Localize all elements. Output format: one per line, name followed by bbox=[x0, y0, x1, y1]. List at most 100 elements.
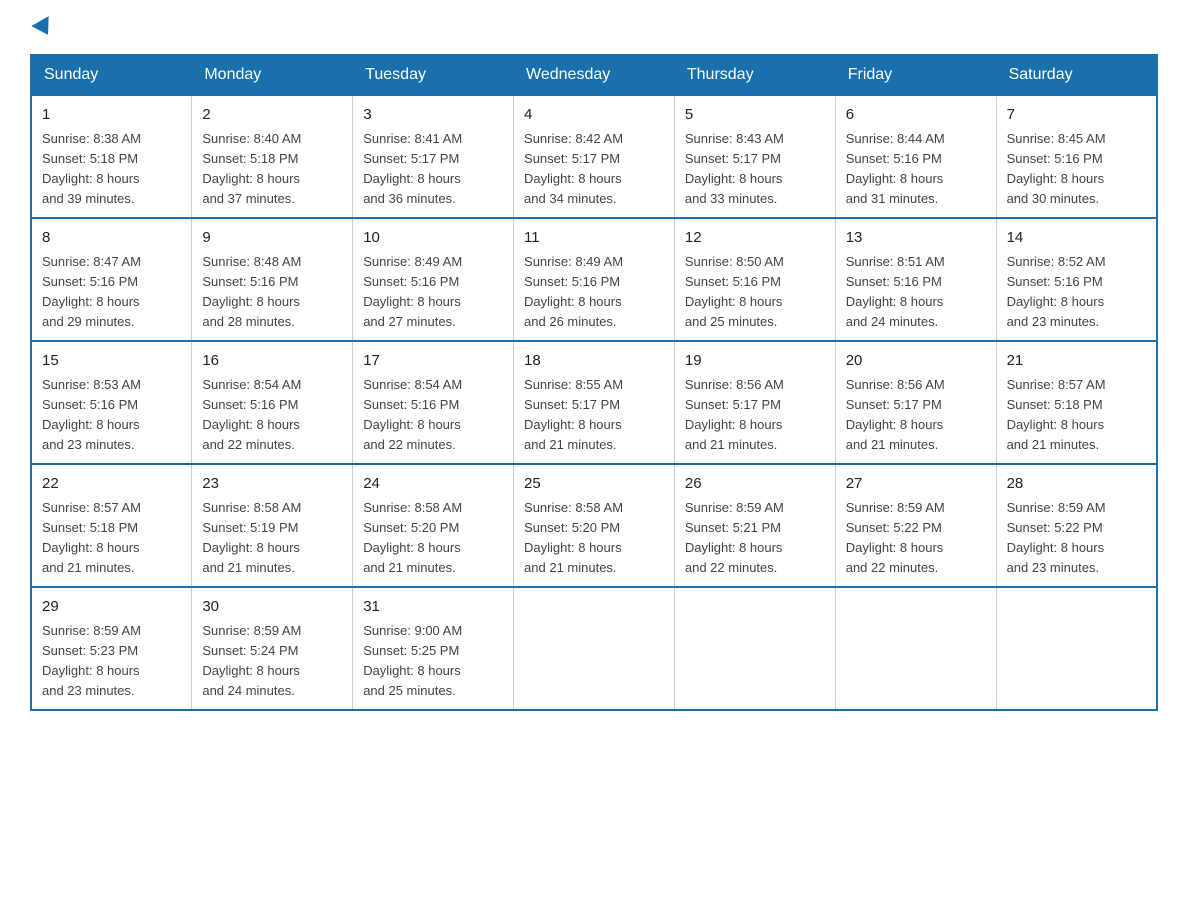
weekday-header-sunday: Sunday bbox=[31, 55, 192, 95]
weekday-header-saturday: Saturday bbox=[996, 55, 1157, 95]
day-number: 19 bbox=[685, 350, 825, 373]
week-row-3: 15Sunrise: 8:53 AM Sunset: 5:16 PM Dayli… bbox=[31, 341, 1157, 464]
day-cell: 1Sunrise: 8:38 AM Sunset: 5:18 PM Daylig… bbox=[31, 95, 192, 218]
day-number: 15 bbox=[42, 350, 181, 373]
day-info: Sunrise: 8:49 AM Sunset: 5:16 PM Dayligh… bbox=[363, 252, 503, 333]
day-cell: 30Sunrise: 8:59 AM Sunset: 5:24 PM Dayli… bbox=[192, 587, 353, 710]
day-info: Sunrise: 8:40 AM Sunset: 5:18 PM Dayligh… bbox=[202, 129, 342, 210]
day-info: Sunrise: 8:55 AM Sunset: 5:17 PM Dayligh… bbox=[524, 375, 664, 456]
day-number: 17 bbox=[363, 350, 503, 373]
day-cell: 9Sunrise: 8:48 AM Sunset: 5:16 PM Daylig… bbox=[192, 218, 353, 341]
day-cell: 11Sunrise: 8:49 AM Sunset: 5:16 PM Dayli… bbox=[514, 218, 675, 341]
day-cell: 5Sunrise: 8:43 AM Sunset: 5:17 PM Daylig… bbox=[674, 95, 835, 218]
logo-triangle-icon bbox=[31, 16, 56, 40]
day-info: Sunrise: 8:54 AM Sunset: 5:16 PM Dayligh… bbox=[363, 375, 503, 456]
day-info: Sunrise: 8:48 AM Sunset: 5:16 PM Dayligh… bbox=[202, 252, 342, 333]
day-number: 8 bbox=[42, 227, 181, 250]
day-cell: 19Sunrise: 8:56 AM Sunset: 5:17 PM Dayli… bbox=[674, 341, 835, 464]
day-number: 21 bbox=[1007, 350, 1146, 373]
day-info: Sunrise: 8:57 AM Sunset: 5:18 PM Dayligh… bbox=[1007, 375, 1146, 456]
day-info: Sunrise: 8:42 AM Sunset: 5:17 PM Dayligh… bbox=[524, 129, 664, 210]
day-cell: 23Sunrise: 8:58 AM Sunset: 5:19 PM Dayli… bbox=[192, 464, 353, 587]
day-cell: 25Sunrise: 8:58 AM Sunset: 5:20 PM Dayli… bbox=[514, 464, 675, 587]
day-info: Sunrise: 8:52 AM Sunset: 5:16 PM Dayligh… bbox=[1007, 252, 1146, 333]
day-cell: 8Sunrise: 8:47 AM Sunset: 5:16 PM Daylig… bbox=[31, 218, 192, 341]
week-row-1: 1Sunrise: 8:38 AM Sunset: 5:18 PM Daylig… bbox=[31, 95, 1157, 218]
day-cell: 3Sunrise: 8:41 AM Sunset: 5:17 PM Daylig… bbox=[353, 95, 514, 218]
day-info: Sunrise: 8:58 AM Sunset: 5:20 PM Dayligh… bbox=[524, 498, 664, 579]
day-cell: 26Sunrise: 8:59 AM Sunset: 5:21 PM Dayli… bbox=[674, 464, 835, 587]
day-info: Sunrise: 8:45 AM Sunset: 5:16 PM Dayligh… bbox=[1007, 129, 1146, 210]
day-info: Sunrise: 8:59 AM Sunset: 5:22 PM Dayligh… bbox=[1007, 498, 1146, 579]
day-number: 24 bbox=[363, 473, 503, 496]
day-cell: 12Sunrise: 8:50 AM Sunset: 5:16 PM Dayli… bbox=[674, 218, 835, 341]
day-info: Sunrise: 8:56 AM Sunset: 5:17 PM Dayligh… bbox=[846, 375, 986, 456]
day-cell: 28Sunrise: 8:59 AM Sunset: 5:22 PM Dayli… bbox=[996, 464, 1157, 587]
day-cell: 7Sunrise: 8:45 AM Sunset: 5:16 PM Daylig… bbox=[996, 95, 1157, 218]
weekday-header-thursday: Thursday bbox=[674, 55, 835, 95]
day-number: 5 bbox=[685, 104, 825, 127]
day-number: 22 bbox=[42, 473, 181, 496]
day-info: Sunrise: 8:54 AM Sunset: 5:16 PM Dayligh… bbox=[202, 375, 342, 456]
day-info: Sunrise: 8:50 AM Sunset: 5:16 PM Dayligh… bbox=[685, 252, 825, 333]
day-number: 14 bbox=[1007, 227, 1146, 250]
day-cell: 21Sunrise: 8:57 AM Sunset: 5:18 PM Dayli… bbox=[996, 341, 1157, 464]
day-info: Sunrise: 8:47 AM Sunset: 5:16 PM Dayligh… bbox=[42, 252, 181, 333]
week-row-4: 22Sunrise: 8:57 AM Sunset: 5:18 PM Dayli… bbox=[31, 464, 1157, 587]
weekday-header-wednesday: Wednesday bbox=[514, 55, 675, 95]
day-info: Sunrise: 8:53 AM Sunset: 5:16 PM Dayligh… bbox=[42, 375, 181, 456]
day-number: 16 bbox=[202, 350, 342, 373]
day-number: 11 bbox=[524, 227, 664, 250]
day-info: Sunrise: 8:58 AM Sunset: 5:20 PM Dayligh… bbox=[363, 498, 503, 579]
day-number: 13 bbox=[846, 227, 986, 250]
day-number: 25 bbox=[524, 473, 664, 496]
day-number: 10 bbox=[363, 227, 503, 250]
day-number: 7 bbox=[1007, 104, 1146, 127]
day-cell: 17Sunrise: 8:54 AM Sunset: 5:16 PM Dayli… bbox=[353, 341, 514, 464]
day-number: 26 bbox=[685, 473, 825, 496]
day-info: Sunrise: 8:49 AM Sunset: 5:16 PM Dayligh… bbox=[524, 252, 664, 333]
page-header bbox=[30, 20, 1158, 36]
week-row-5: 29Sunrise: 8:59 AM Sunset: 5:23 PM Dayli… bbox=[31, 587, 1157, 710]
day-info: Sunrise: 9:00 AM Sunset: 5:25 PM Dayligh… bbox=[363, 621, 503, 702]
day-cell bbox=[674, 587, 835, 710]
day-info: Sunrise: 8:59 AM Sunset: 5:24 PM Dayligh… bbox=[202, 621, 342, 702]
day-number: 2 bbox=[202, 104, 342, 127]
day-cell: 20Sunrise: 8:56 AM Sunset: 5:17 PM Dayli… bbox=[835, 341, 996, 464]
day-cell: 13Sunrise: 8:51 AM Sunset: 5:16 PM Dayli… bbox=[835, 218, 996, 341]
day-info: Sunrise: 8:58 AM Sunset: 5:19 PM Dayligh… bbox=[202, 498, 342, 579]
weekday-header-monday: Monday bbox=[192, 55, 353, 95]
day-number: 4 bbox=[524, 104, 664, 127]
weekday-header-row: SundayMondayTuesdayWednesdayThursdayFrid… bbox=[31, 55, 1157, 95]
day-number: 12 bbox=[685, 227, 825, 250]
day-cell: 29Sunrise: 8:59 AM Sunset: 5:23 PM Dayli… bbox=[31, 587, 192, 710]
day-cell: 14Sunrise: 8:52 AM Sunset: 5:16 PM Dayli… bbox=[996, 218, 1157, 341]
day-cell: 24Sunrise: 8:58 AM Sunset: 5:20 PM Dayli… bbox=[353, 464, 514, 587]
day-number: 20 bbox=[846, 350, 986, 373]
day-info: Sunrise: 8:38 AM Sunset: 5:18 PM Dayligh… bbox=[42, 129, 181, 210]
day-cell: 6Sunrise: 8:44 AM Sunset: 5:16 PM Daylig… bbox=[835, 95, 996, 218]
day-number: 9 bbox=[202, 227, 342, 250]
day-info: Sunrise: 8:59 AM Sunset: 5:21 PM Dayligh… bbox=[685, 498, 825, 579]
day-number: 23 bbox=[202, 473, 342, 496]
day-cell: 2Sunrise: 8:40 AM Sunset: 5:18 PM Daylig… bbox=[192, 95, 353, 218]
day-number: 6 bbox=[846, 104, 986, 127]
day-number: 30 bbox=[202, 596, 342, 619]
day-cell: 10Sunrise: 8:49 AM Sunset: 5:16 PM Dayli… bbox=[353, 218, 514, 341]
day-info: Sunrise: 8:43 AM Sunset: 5:17 PM Dayligh… bbox=[685, 129, 825, 210]
day-cell bbox=[514, 587, 675, 710]
day-info: Sunrise: 8:57 AM Sunset: 5:18 PM Dayligh… bbox=[42, 498, 181, 579]
day-number: 18 bbox=[524, 350, 664, 373]
day-cell: 16Sunrise: 8:54 AM Sunset: 5:16 PM Dayli… bbox=[192, 341, 353, 464]
day-info: Sunrise: 8:59 AM Sunset: 5:23 PM Dayligh… bbox=[42, 621, 181, 702]
day-info: Sunrise: 8:59 AM Sunset: 5:22 PM Dayligh… bbox=[846, 498, 986, 579]
day-info: Sunrise: 8:51 AM Sunset: 5:16 PM Dayligh… bbox=[846, 252, 986, 333]
day-cell: 4Sunrise: 8:42 AM Sunset: 5:17 PM Daylig… bbox=[514, 95, 675, 218]
day-cell: 15Sunrise: 8:53 AM Sunset: 5:16 PM Dayli… bbox=[31, 341, 192, 464]
weekday-header-friday: Friday bbox=[835, 55, 996, 95]
day-info: Sunrise: 8:56 AM Sunset: 5:17 PM Dayligh… bbox=[685, 375, 825, 456]
week-row-2: 8Sunrise: 8:47 AM Sunset: 5:16 PM Daylig… bbox=[31, 218, 1157, 341]
day-number: 27 bbox=[846, 473, 986, 496]
day-cell: 31Sunrise: 9:00 AM Sunset: 5:25 PM Dayli… bbox=[353, 587, 514, 710]
day-info: Sunrise: 8:41 AM Sunset: 5:17 PM Dayligh… bbox=[363, 129, 503, 210]
